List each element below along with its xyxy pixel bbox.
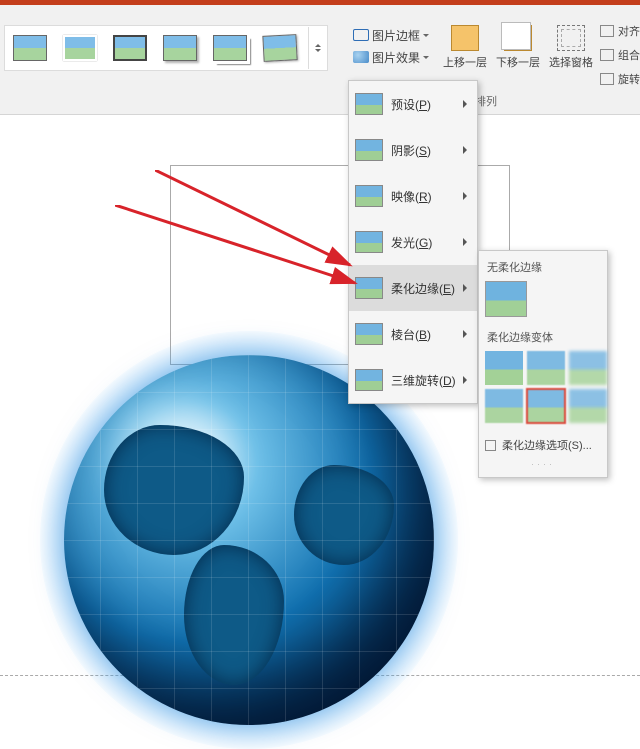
send-backward-button[interactable]: 下移一层 xyxy=(493,23,543,72)
soft-edges-submenu: 无柔化边缘 柔化边缘变体 柔化边缘选项(S)... ···· xyxy=(478,250,608,478)
thumbnail-icon xyxy=(355,369,383,391)
picture-effect-label: 图片效果 xyxy=(372,49,420,66)
thumbnail-icon xyxy=(355,323,383,345)
picture-effects-dropdown[interactable]: 图片效果 xyxy=(350,46,435,68)
selection-pane-icon xyxy=(557,25,585,51)
picture-border-label: 图片边框 xyxy=(372,27,420,44)
soft-edge-variant-6[interactable] xyxy=(569,389,607,423)
arrange-group: 上移一层 下移一层 选择窗格 xyxy=(440,23,596,72)
menu-reflection[interactable]: 映像(R) xyxy=(349,173,477,219)
rotate-icon xyxy=(600,73,614,85)
options-icon xyxy=(485,440,496,451)
style-shadow[interactable] xyxy=(156,27,204,69)
no-soft-edge-option[interactable] xyxy=(485,281,527,317)
menu-preset[interactable]: 预设(P) xyxy=(349,81,477,127)
thumbnail-icon xyxy=(355,185,383,207)
thumbnail-icon xyxy=(355,139,383,161)
bring-forward-button[interactable]: 上移一层 xyxy=(440,23,490,72)
arrange-section-label: 排列 xyxy=(475,93,497,109)
picture-styles-gallery[interactable] xyxy=(4,25,328,71)
menu-bevel[interactable]: 棱台(B) xyxy=(349,311,477,357)
chevron-down-icon xyxy=(423,56,429,62)
thumbnail-icon xyxy=(355,231,383,253)
align-button[interactable]: 对齐 xyxy=(600,23,640,39)
send-backward-icon xyxy=(504,25,532,51)
style-tilt[interactable] xyxy=(256,27,304,69)
menu-soft-edges[interactable]: 柔化边缘(E) xyxy=(349,265,477,311)
chevron-right-icon xyxy=(463,284,471,292)
resize-grip-icon: ···· xyxy=(485,459,601,469)
soft-edge-options-link[interactable]: 柔化边缘选项(S)... xyxy=(485,433,601,455)
rotate-button[interactable]: 旋转 xyxy=(600,71,640,87)
menu-3d-rotation[interactable]: 三维旋转(D) xyxy=(349,357,477,403)
ribbon: 图片边框 图片效果 上移一层 下移一层 选择窗格 排列 对齐 组合 旋转 xyxy=(0,5,640,115)
group-button[interactable]: 组合 xyxy=(600,47,640,63)
soft-edge-variant-2[interactable] xyxy=(527,351,565,385)
style-black-frame[interactable] xyxy=(106,27,154,69)
bring-forward-icon xyxy=(451,25,479,51)
align-icon xyxy=(600,25,614,37)
thumbnail-icon xyxy=(355,277,383,299)
picture-border-dropdown[interactable]: 图片边框 xyxy=(350,24,435,46)
chevron-right-icon xyxy=(463,192,471,200)
soft-edge-variant-5-selected[interactable] xyxy=(527,389,565,423)
style-white-frame[interactable] xyxy=(56,27,104,69)
group-icon xyxy=(600,49,614,61)
chevron-down-icon xyxy=(423,34,429,40)
thumbnail-icon xyxy=(355,93,383,115)
style-stack[interactable] xyxy=(206,27,254,69)
globe-image[interactable] xyxy=(64,355,434,725)
chevron-right-icon xyxy=(463,330,471,338)
picture-effects-menu: 预设(P) 阴影(S) 映像(R) 发光(G) 柔化边缘(E) 棱台(B) 三维… xyxy=(348,80,478,404)
selection-pane-button[interactable]: 选择窗格 xyxy=(546,23,596,72)
menu-glow[interactable]: 发光(G) xyxy=(349,219,477,265)
soft-edge-variants xyxy=(485,351,601,423)
chevron-right-icon xyxy=(463,238,471,246)
no-soft-header: 无柔化边缘 xyxy=(485,255,601,281)
gallery-more-button[interactable] xyxy=(308,27,326,69)
soft-edge-variant-1[interactable] xyxy=(485,351,523,385)
style-simple-frame[interactable] xyxy=(6,27,54,69)
picture-effect-icon xyxy=(353,51,369,63)
chevron-right-icon xyxy=(463,146,471,154)
menu-shadow[interactable]: 阴影(S) xyxy=(349,127,477,173)
chevron-right-icon xyxy=(463,100,471,108)
picture-border-icon xyxy=(353,29,369,41)
soft-edge-variant-3[interactable] xyxy=(569,351,607,385)
variants-header: 柔化边缘变体 xyxy=(485,325,601,351)
chevron-right-icon xyxy=(463,376,471,384)
soft-edge-variant-4[interactable] xyxy=(485,389,523,423)
